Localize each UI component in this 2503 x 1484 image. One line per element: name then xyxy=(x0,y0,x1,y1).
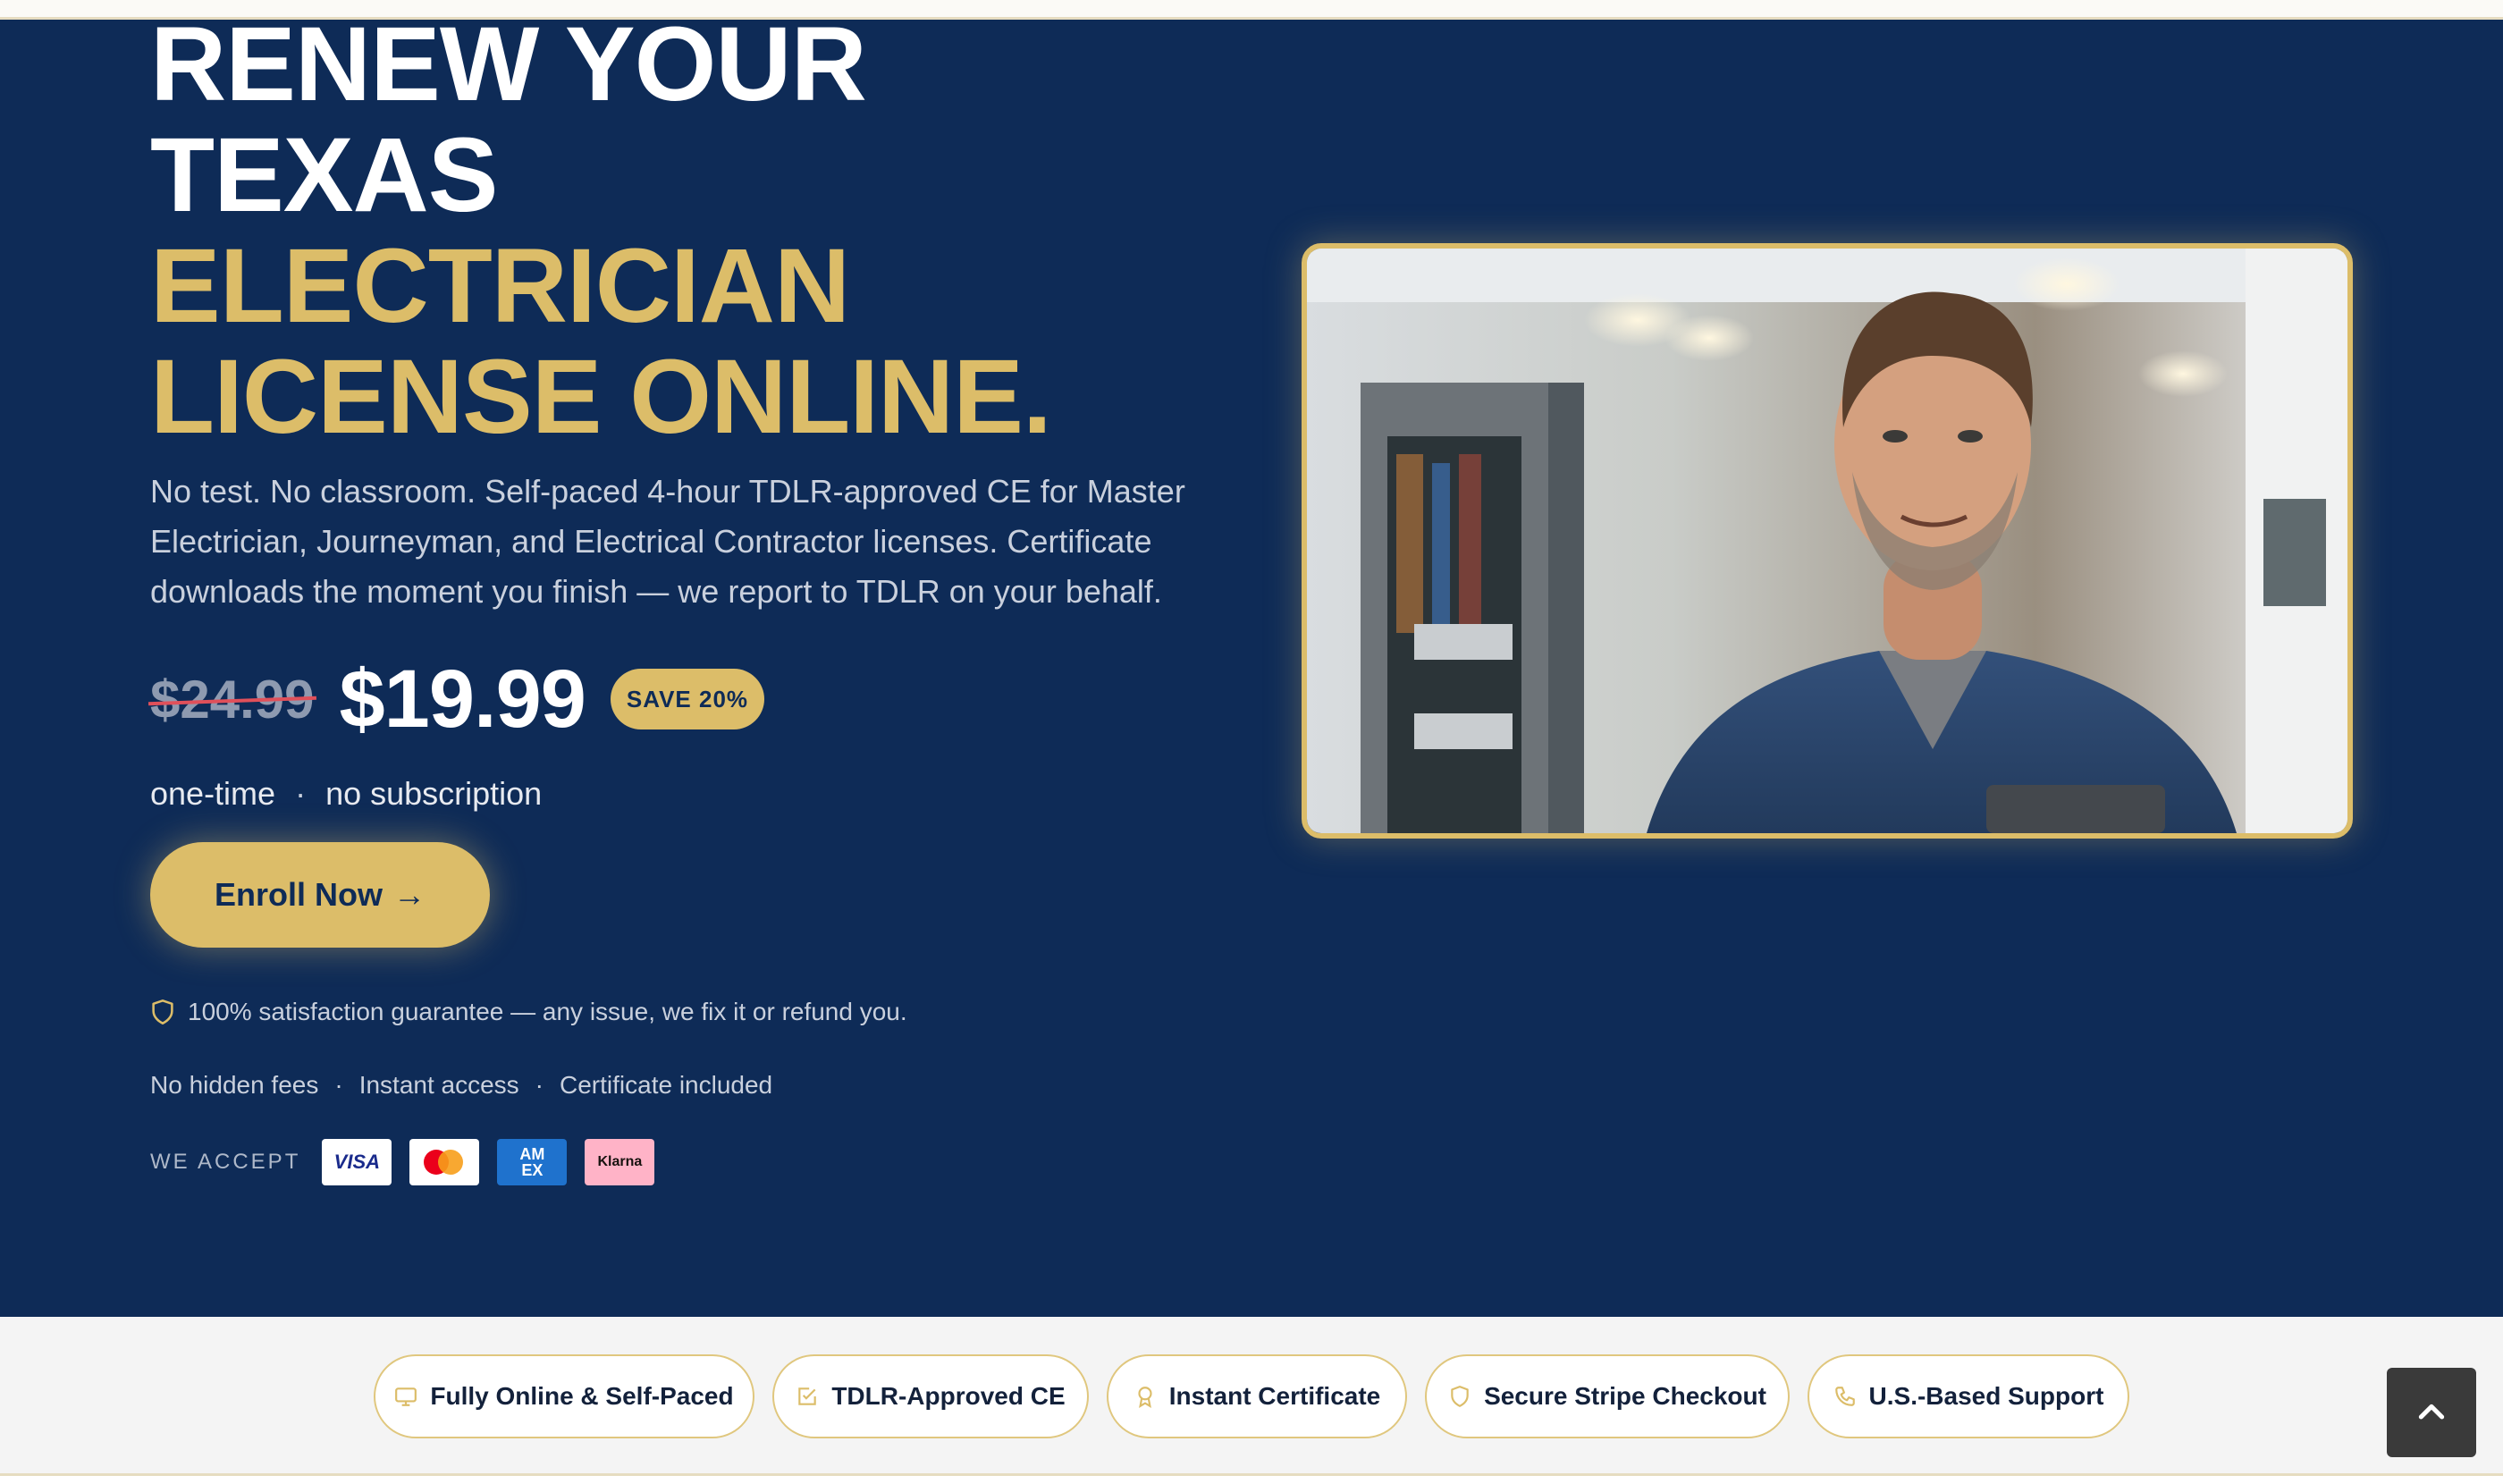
feature-instant-access: Instant access xyxy=(358,1071,519,1099)
features-line: No hidden fees · Instant access · Certif… xyxy=(150,1071,772,1100)
hero-description: No test. No classroom. Self-paced 4-hour… xyxy=(150,473,1185,610)
trust-pill-label: Instant Certificate xyxy=(1168,1382,1381,1410)
old-price: $24.99 xyxy=(147,669,316,730)
we-accept-label: WE ACCEPT xyxy=(150,1150,301,1174)
electrician-photo-illustration xyxy=(1307,249,2347,833)
award-icon xyxy=(1138,1387,1152,1408)
enroll-now-label: Enroll Now xyxy=(215,876,383,913)
chevron-up-icon xyxy=(2418,1404,2445,1420)
feature-no-hidden-fees: No hidden fees xyxy=(150,1071,319,1099)
mastercard-logo xyxy=(409,1139,480,1185)
klarna-logo: Klarna xyxy=(585,1139,655,1185)
hero-section: RENEW YOUR TEXAS ELECTRICIAN LICENSE ONL… xyxy=(0,20,2503,1317)
phone-icon xyxy=(1834,1387,1855,1406)
visa-logo: VISA xyxy=(322,1139,392,1185)
trust-pill-label: U.S.-Based Support xyxy=(1868,1382,2104,1410)
price-row: $24.99 $19.99 SAVE 20% xyxy=(147,645,765,753)
trust-pill-label: Fully Online & Self-Paced xyxy=(430,1382,734,1410)
guarantee-note: 100% satisfaction guarantee — any issue,… xyxy=(150,998,907,1026)
current-price: $19.99 xyxy=(339,653,586,745)
headline-line-2: TEXAS xyxy=(150,116,498,234)
headline-line-3: ELECTRICIAN xyxy=(150,227,850,345)
shield-icon xyxy=(1451,1386,1469,1407)
top-divider xyxy=(0,0,2503,20)
feature-certificate-included: Certificate included xyxy=(560,1071,773,1099)
trust-pill-certificate: Instant Certificate xyxy=(1107,1354,1407,1438)
guarantee-text: 100% satisfaction guarantee — any issue,… xyxy=(188,998,907,1025)
trust-pill-support: U.S.-Based Support xyxy=(1808,1354,2129,1438)
monitor-icon xyxy=(395,1387,417,1406)
arrow-right-icon: → xyxy=(393,876,426,913)
shield-icon xyxy=(152,999,173,1024)
price-note-one-time: one-time xyxy=(150,775,276,812)
feature-separator: · xyxy=(334,1071,343,1099)
price-note-no-subscription: no subscription xyxy=(325,775,543,812)
checklist-icon xyxy=(798,1387,817,1405)
bottom-divider xyxy=(0,1473,2503,1484)
payment-methods: WE ACCEPT VISA AM EX Klarna xyxy=(150,1139,655,1185)
hero-photo xyxy=(1302,243,2353,839)
price-note-separator: · xyxy=(295,775,307,812)
enroll-now-button[interactable]: Enroll Now → xyxy=(150,842,490,948)
hero-headline: RENEW YOUR TEXAS ELECTRICIAN LICENSE ONL… xyxy=(150,20,1223,452)
save-badge: SAVE 20% xyxy=(610,669,765,729)
trust-pill-online: Fully Online & Self-Paced xyxy=(374,1354,754,1438)
feature-separator: · xyxy=(535,1071,544,1099)
headline-line-4: LICENSE ONLINE. xyxy=(150,338,1052,456)
scroll-to-top-button[interactable] xyxy=(2387,1368,2476,1457)
headline-line-1: RENEW YOUR xyxy=(150,20,867,123)
trust-pill-tdlr: TDLR-Approved CE xyxy=(772,1354,1089,1438)
trust-pill-label: Secure Stripe Checkout xyxy=(1484,1382,1766,1410)
trust-pill-stripe: Secure Stripe Checkout xyxy=(1425,1354,1790,1438)
price-note: one-time · no subscription xyxy=(150,775,542,813)
trust-pill-label: TDLR-Approved CE xyxy=(831,1382,1066,1410)
amex-logo: AM EX xyxy=(497,1139,568,1185)
